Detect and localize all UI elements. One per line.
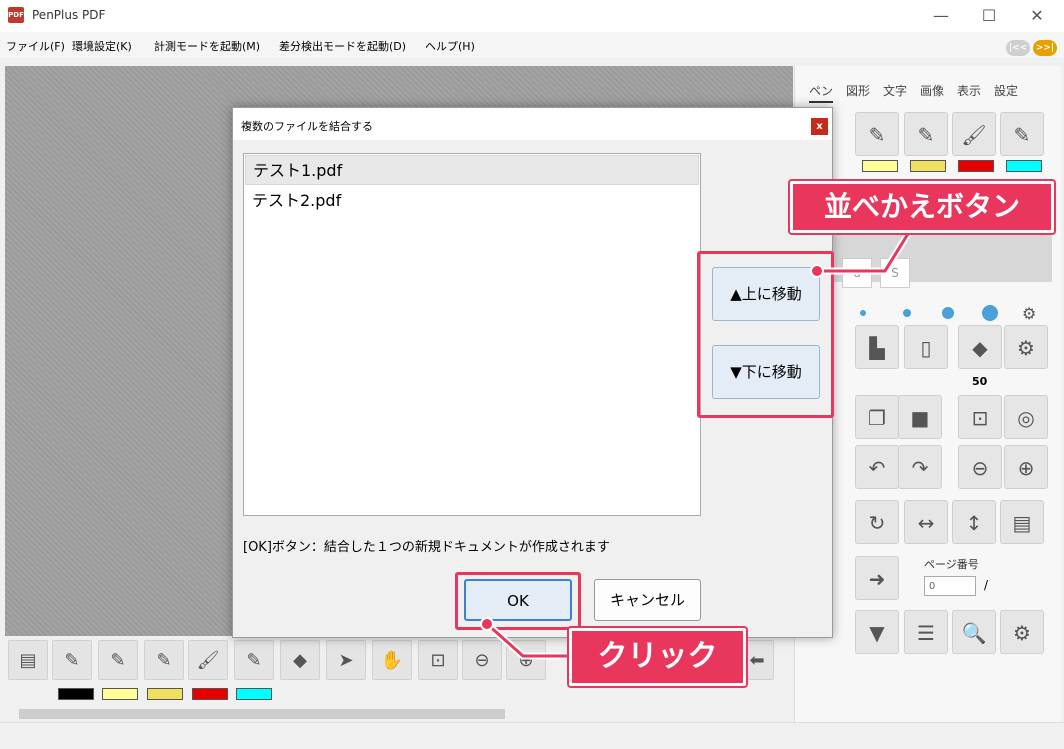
page-separator: / xyxy=(984,578,989,592)
brush-icon[interactable]: 🖌 xyxy=(952,112,996,156)
zoom-out-icon[interactable]: ⊖ xyxy=(958,445,1002,489)
file-list-item[interactable]: テスト1.pdf xyxy=(245,155,699,185)
title-bar: PDF PenPlus PDF — ☐ ✕ xyxy=(0,0,1064,32)
app-title: PenPlus PDF xyxy=(32,8,106,22)
size-settings-icon[interactable]: ⚙ xyxy=(1022,304,1036,323)
menu-measure-mode[interactable]: 計測モードを起動(M) xyxy=(154,38,260,54)
select-area-icon[interactable]: ⊡ xyxy=(958,395,1002,439)
scrollbar-thumb[interactable] xyxy=(19,709,505,719)
reorder-callout-connector xyxy=(810,227,914,278)
click-callout-label: クリック xyxy=(569,628,746,686)
reorder-callout-label: 並べかえボタン xyxy=(790,181,1054,233)
close-window-button[interactable]: ✕ xyxy=(1014,0,1060,32)
delete-page-icon[interactable]: ▯ xyxy=(904,325,948,369)
menu-preferences[interactable]: 環境設定(K) xyxy=(72,38,132,54)
bookmark-icon[interactable]: ▼ xyxy=(855,610,899,654)
search-icon[interactable]: 🔍 xyxy=(952,610,996,654)
redo-icon[interactable]: ↷ xyxy=(898,445,942,489)
pointer-icon[interactable]: ➤ xyxy=(326,640,366,680)
settings-icon[interactable]: ⚙ xyxy=(1000,610,1044,654)
dialog-title: 複数のファイルを結合する xyxy=(241,120,373,133)
tab-shape[interactable]: 図形 xyxy=(846,82,870,99)
text-marker-icon[interactable]: ✎ xyxy=(234,640,274,680)
color-swatch-checker[interactable] xyxy=(147,688,183,700)
eraser-icon[interactable]: ◆ xyxy=(280,640,320,680)
fit-page-icon[interactable]: ↕ xyxy=(952,500,996,544)
dialog-note: [OK]ボタン：結合した１つの新規ドキュメントが作成されます xyxy=(243,540,610,555)
color-swatch-black[interactable] xyxy=(58,688,94,700)
eraser-icon[interactable]: ◆ xyxy=(958,325,1002,369)
page-number-label: ページ番号 xyxy=(924,558,979,571)
color-swatch-red[interactable] xyxy=(192,688,228,700)
copy-icon[interactable]: ❐ xyxy=(855,395,899,439)
marker-1-icon[interactable]: ✎ xyxy=(52,640,92,680)
menu-help[interactable]: ヘルプ(H) xyxy=(425,38,475,54)
zoom-in-icon[interactable]: ⊕ xyxy=(1004,445,1048,489)
cancel-button[interactable]: キャンセル xyxy=(594,579,701,621)
rotate-page-icon[interactable]: ↻ xyxy=(855,500,899,544)
paste-icon[interactable]: ■ xyxy=(898,395,942,439)
page-export-icon[interactable]: ➜ xyxy=(855,556,899,600)
dialog-title-bar: 複数のファイルを結合する x xyxy=(233,108,832,140)
zoom-100-icon[interactable]: ▤ xyxy=(1000,500,1044,544)
brush-icon[interactable]: 🖌 xyxy=(188,640,228,680)
insert-page-icon[interactable]: ▤ xyxy=(8,640,48,680)
tab-pen[interactable]: ペン xyxy=(809,82,834,103)
hand-icon[interactable]: ✋ xyxy=(372,640,412,680)
marker-3-icon[interactable]: ✎ xyxy=(904,112,948,156)
collapse-panel-button[interactable]: |<< xyxy=(1006,40,1030,56)
file-list[interactable]: テスト1.pdf テスト2.pdf xyxy=(243,153,701,516)
color-swatch-yellow[interactable] xyxy=(862,160,898,172)
tab-image[interactable]: 画像 xyxy=(920,82,944,99)
color-swatch-yellow[interactable] xyxy=(102,688,138,700)
file-list-item[interactable]: テスト2.pdf xyxy=(245,186,699,216)
size-dot-1[interactable] xyxy=(860,310,866,316)
menu-diff-mode[interactable]: 差分検出モードを起動(D) xyxy=(279,38,406,54)
app-icon: PDF xyxy=(8,7,24,23)
text-marker-icon[interactable]: ✎ xyxy=(1000,112,1044,156)
color-swatch-cyan[interactable] xyxy=(1006,160,1042,172)
marker-2-icon[interactable]: ✎ xyxy=(855,112,899,156)
maximize-button[interactable]: ☐ xyxy=(966,0,1012,32)
color-swatch-red[interactable] xyxy=(958,160,994,172)
fit-width-icon[interactable]: ↔ xyxy=(904,500,948,544)
color-swatch-cyan[interactable] xyxy=(236,688,272,700)
undo-icon[interactable]: ↶ xyxy=(855,445,899,489)
marker-3-icon[interactable]: ✎ xyxy=(144,640,184,680)
expand-panel-button[interactable]: >>| xyxy=(1033,40,1057,56)
menu-file[interactable]: ファイル(F) xyxy=(6,38,65,54)
tab-text[interactable]: 文字 xyxy=(883,82,907,99)
size-dot-3[interactable] xyxy=(942,307,954,319)
tab-view[interactable]: 表示 xyxy=(957,82,981,99)
minimize-button[interactable]: — xyxy=(918,0,964,32)
size-dot-2[interactable] xyxy=(903,309,911,317)
comment-icon[interactable]: ☰ xyxy=(904,610,948,654)
size-dot-4[interactable] xyxy=(982,305,998,321)
target-icon[interactable]: ◎ xyxy=(1004,395,1048,439)
marker-2-icon[interactable]: ✎ xyxy=(98,640,138,680)
page-number-input[interactable]: 0 xyxy=(924,576,976,596)
menu-bar: ファイル(F) 環境設定(K) 計測モードを起動(M) 差分検出モードを起動(D… xyxy=(0,32,1064,58)
horizontal-scrollbar[interactable] xyxy=(5,706,775,722)
tab-settings[interactable]: 設定 xyxy=(994,82,1018,99)
stamp-icon[interactable]: ▙ xyxy=(855,325,899,369)
dialog-close-button[interactable]: x xyxy=(811,118,828,135)
eraser-settings-icon[interactable]: ⚙ xyxy=(1004,325,1048,369)
panel-nav-pills: |<< >>| xyxy=(1006,40,1058,56)
eraser-size-value: 50 xyxy=(972,375,988,388)
select-area-icon[interactable]: ⊡ xyxy=(418,640,458,680)
color-swatch-checker[interactable] xyxy=(910,160,946,172)
status-bar xyxy=(0,722,1064,749)
